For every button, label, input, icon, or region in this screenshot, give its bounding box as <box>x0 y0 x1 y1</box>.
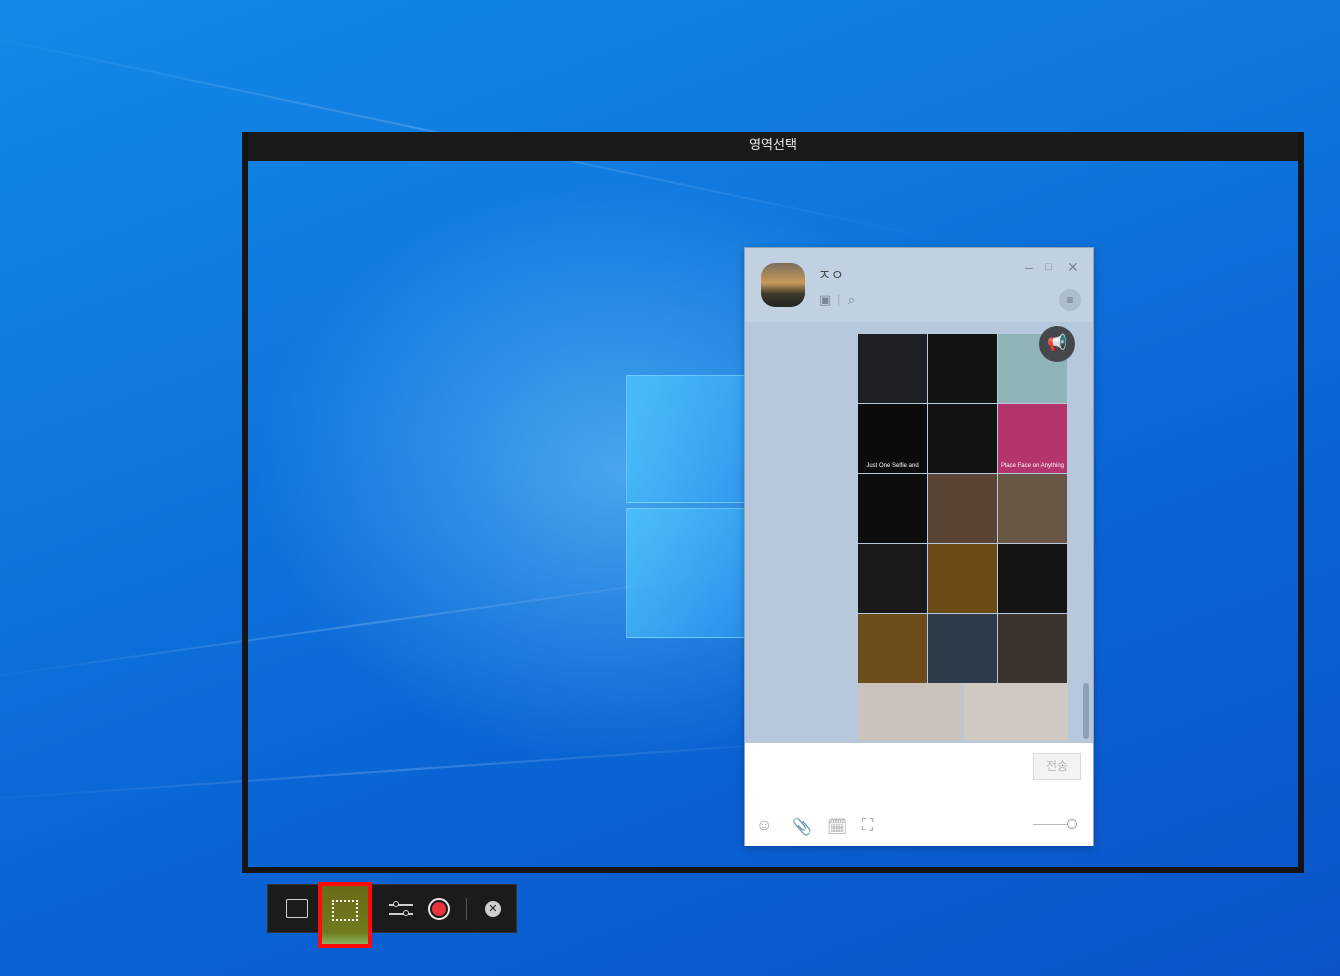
sliders-icon-line <box>389 913 413 915</box>
emoji-icon[interactable]: ☺ <box>756 817 772 835</box>
fullscreen-capture-button[interactable] <box>278 885 318 932</box>
region-select-icon <box>332 900 358 921</box>
maximize-icon[interactable]: □ <box>1045 260 1052 274</box>
photo-caption: Place Face on Anything <box>1000 463 1065 469</box>
album-icon[interactable]: ▣ <box>819 292 831 308</box>
record-icon <box>432 902 446 916</box>
settings-button[interactable] <box>380 885 420 932</box>
close-capture-button[interactable]: ✕ <box>473 885 513 932</box>
header-divider: | <box>837 292 841 307</box>
photo-thumbnail[interactable] <box>858 474 927 543</box>
close-icon[interactable]: ✕ <box>1067 260 1079 274</box>
photo-thumbnail[interactable] <box>998 544 1067 613</box>
region-capture-button[interactable] <box>318 882 372 948</box>
chat-header: ㅈㅇ ▣ | ⌕ – □ ✕ ≡ <box>745 248 1093 322</box>
sliders-icon <box>403 910 409 916</box>
calendar-icon[interactable]: 🗓 <box>827 817 847 837</box>
photo-thumbnail[interactable] <box>928 544 997 613</box>
photo-thumbnail[interactable] <box>928 404 997 473</box>
send-button[interactable]: 전송 <box>1033 753 1081 780</box>
photo-thumbnail[interactable] <box>928 334 997 403</box>
photo-thumbnail[interactable] <box>928 614 997 683</box>
photo-thumbnail[interactable]: Just One Selfie and <box>858 404 927 473</box>
record-button[interactable] <box>420 885 460 932</box>
screen-capture-icon[interactable]: ⛶ <box>862 817 873 835</box>
compose-area[interactable]: 전송 ☺ 📎 🗓 ⛶ <box>745 743 1093 846</box>
capture-toolbar: ✕ <box>267 882 517 948</box>
minimize-icon[interactable]: – <box>1025 260 1033 274</box>
chat-window[interactable]: ㅈㅇ ▣ | ⌕ – □ ✕ ≡ 📢 Just One Selfie and Pl… <box>744 247 1094 846</box>
capture-region-title: 영역선택 <box>248 132 1298 161</box>
sliders-icon <box>393 901 399 907</box>
font-size-slider-knob[interactable] <box>1067 819 1077 829</box>
paperclip-icon[interactable]: 📎 <box>792 817 812 837</box>
photo-row[interactable] <box>858 683 1068 741</box>
photo-thumbnail[interactable] <box>858 683 962 741</box>
photo-thumbnail[interactable] <box>858 544 927 613</box>
toolbar-divider <box>466 898 467 920</box>
megaphone-icon[interactable]: 📢 <box>1039 326 1075 362</box>
photo-thumbnail[interactable] <box>928 474 997 543</box>
chat-contact-name: ㅈㅇ <box>818 267 844 283</box>
photo-thumbnail[interactable]: Place Face on Anything <box>998 404 1067 473</box>
close-circle-icon: ✕ <box>485 901 501 917</box>
photo-grid[interactable]: Just One Selfie and Place Face on Anythin… <box>858 334 1068 683</box>
photo-thumbnail[interactable] <box>858 614 927 683</box>
search-icon[interactable]: ⌕ <box>848 292 855 308</box>
chat-scrollbar[interactable] <box>1083 683 1089 739</box>
avatar[interactable] <box>761 263 805 307</box>
font-size-slider[interactable] <box>1033 824 1071 825</box>
hamburger-menu-icon[interactable]: ≡ <box>1059 289 1081 311</box>
photo-thumbnail[interactable] <box>858 334 927 403</box>
photo-thumbnail[interactable] <box>964 683 1068 741</box>
photo-thumbnail[interactable] <box>998 614 1067 683</box>
fullscreen-icon <box>286 899 308 918</box>
photo-caption: Just One Selfie and <box>866 463 919 469</box>
photo-thumbnail[interactable] <box>998 474 1067 543</box>
